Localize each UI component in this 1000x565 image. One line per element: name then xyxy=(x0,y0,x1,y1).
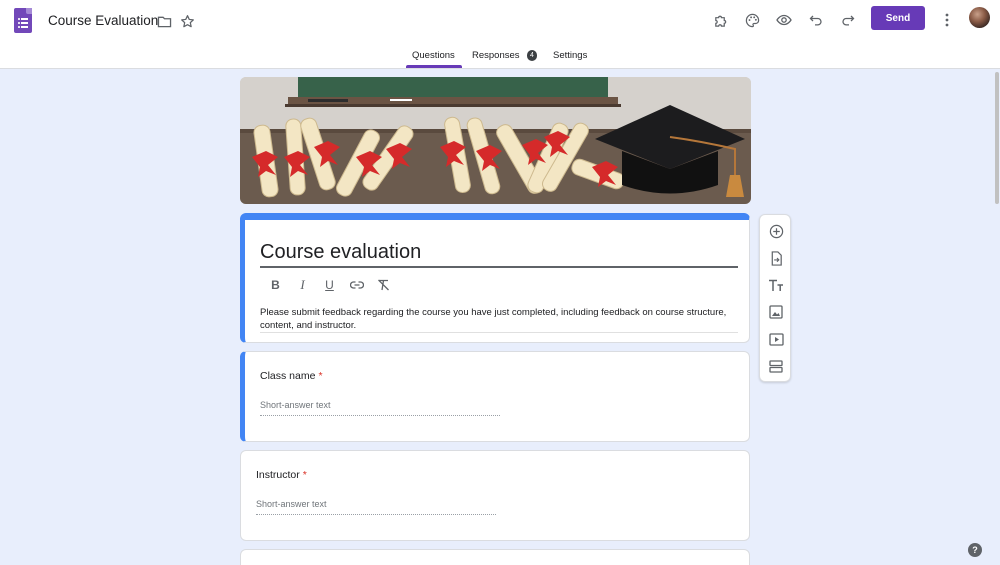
add-image-icon[interactable] xyxy=(767,303,785,321)
question-card[interactable]: Class name * Short-answer text xyxy=(240,351,750,442)
add-section-icon[interactable] xyxy=(767,357,785,375)
add-title-icon[interactable] xyxy=(767,276,785,294)
addon-puzzle-icon[interactable] xyxy=(711,11,729,29)
tab-settings[interactable]: Settings xyxy=(553,50,587,61)
link-icon[interactable] xyxy=(343,275,370,295)
required-asterisk: * xyxy=(302,469,307,481)
active-tab-indicator xyxy=(406,65,462,68)
form-description[interactable]: Please submit feedback regarding the cou… xyxy=(260,306,745,332)
header-banner-image xyxy=(240,77,751,204)
more-vert-icon[interactable] xyxy=(938,11,956,29)
bold-icon[interactable]: B xyxy=(262,275,289,295)
import-questions-icon[interactable] xyxy=(767,249,785,267)
responses-count-badge: 4 xyxy=(527,50,537,61)
floating-toolbar xyxy=(759,214,791,382)
form-title-card[interactable]: Course evaluation B I U Please submit fe… xyxy=(240,213,750,343)
document-title[interactable]: Course Evaluation xyxy=(48,13,158,28)
italic-icon[interactable]: I xyxy=(289,275,316,295)
description-underline xyxy=(260,332,738,333)
forms-app-icon[interactable] xyxy=(14,8,32,33)
question-title: Class name * xyxy=(260,370,323,382)
question-title: Instructor * xyxy=(256,469,307,481)
format-toolbar: B I U xyxy=(262,275,397,295)
add-question-icon[interactable] xyxy=(767,222,785,240)
question-card[interactable]: Instructor * Short-answer text xyxy=(240,450,750,541)
undo-icon[interactable] xyxy=(807,11,825,29)
folder-icon[interactable] xyxy=(155,12,173,30)
clear-format-icon[interactable] xyxy=(370,275,397,295)
star-icon[interactable] xyxy=(178,12,196,30)
required-asterisk: * xyxy=(318,370,323,382)
send-button[interactable]: Send xyxy=(871,6,925,30)
tab-questions[interactable]: Questions xyxy=(412,50,455,61)
short-answer-field: Short-answer text xyxy=(256,499,496,515)
tab-responses[interactable]: Responses xyxy=(472,50,520,61)
short-answer-field: Short-answer text xyxy=(260,400,500,416)
top-bar: Course Evaluation Send Questions Respons… xyxy=(0,0,1000,69)
scrollbar-thumb[interactable] xyxy=(995,72,999,204)
add-video-icon[interactable] xyxy=(767,330,785,348)
redo-icon[interactable] xyxy=(839,11,857,29)
help-icon[interactable]: ? xyxy=(968,543,982,557)
form-title[interactable]: Course evaluation xyxy=(260,241,421,264)
title-underline xyxy=(260,266,738,268)
eye-preview-icon[interactable] xyxy=(775,11,793,29)
palette-icon[interactable] xyxy=(743,11,761,29)
question-card[interactable] xyxy=(240,549,750,565)
underline-icon[interactable]: U xyxy=(316,275,343,295)
avatar[interactable] xyxy=(969,7,990,28)
form-tabs: Questions Responses 4 Settings xyxy=(0,48,1000,68)
